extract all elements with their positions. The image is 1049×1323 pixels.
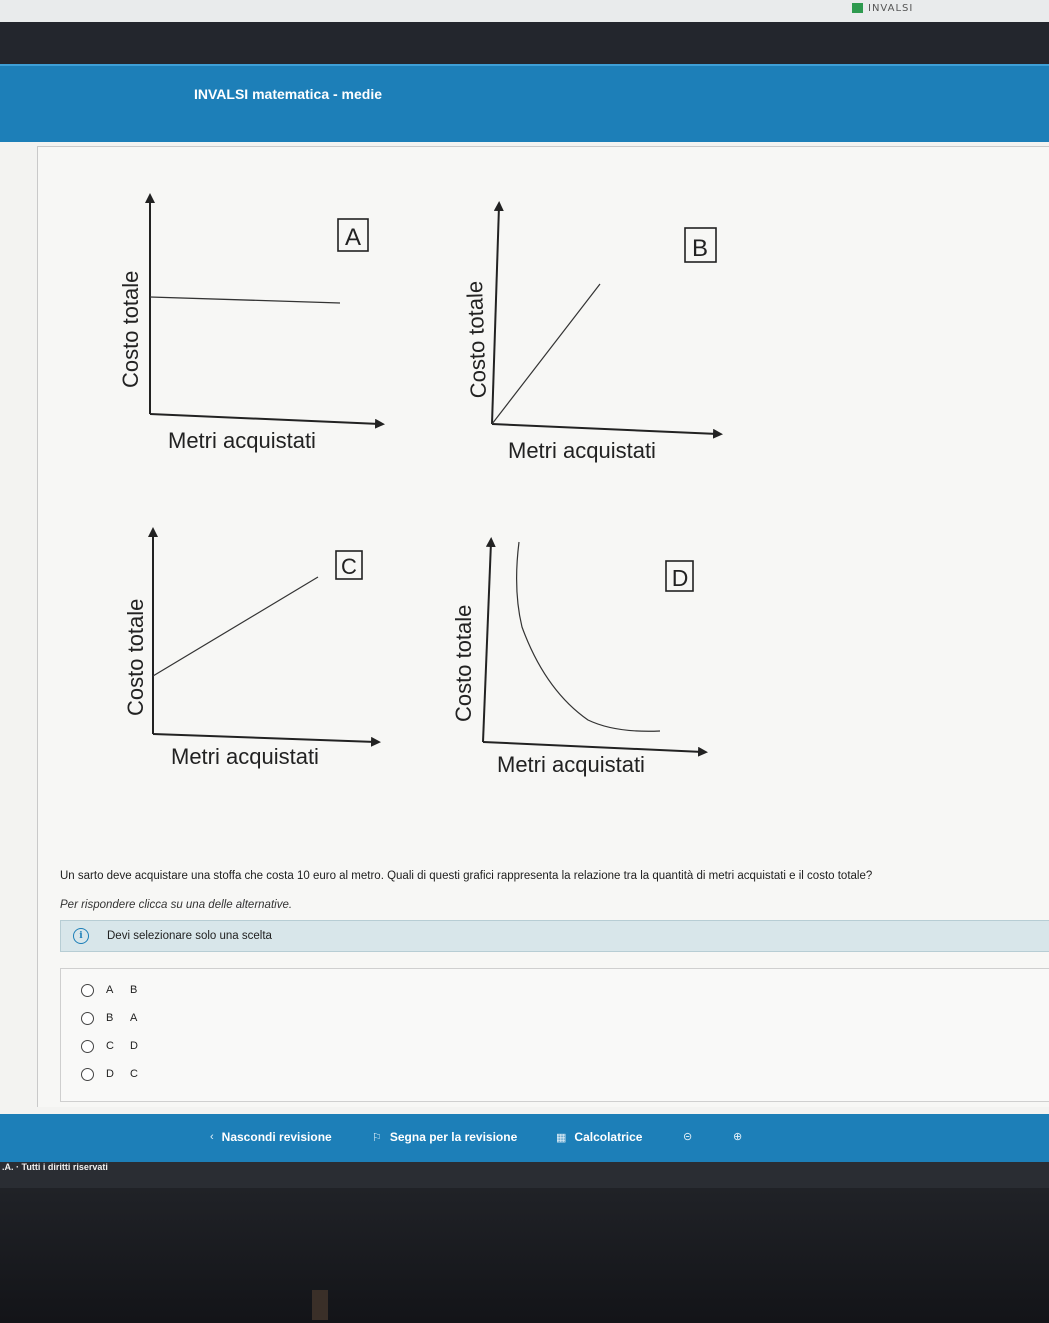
info-banner: i Devi selezionare solo una scelta	[60, 920, 1049, 952]
option-label: C	[130, 1068, 138, 1080]
copyright-text: .A. · Tutti i diritti riservati	[2, 1162, 108, 1172]
option-key: C	[106, 1040, 114, 1052]
option-key: B	[106, 1012, 114, 1024]
graph-c-xlabel: Metri acquistati	[171, 744, 319, 769]
graph-d-label: D	[672, 565, 689, 591]
graph-a-label: A	[345, 224, 361, 251]
copyright-bar: .A. · Tutti i diritti riservati	[0, 1162, 1049, 1188]
graph-b: B Costo totale Metri acquistati	[462, 201, 723, 463]
graph-c-line	[152, 576, 319, 677]
option-key: D	[106, 1068, 114, 1080]
radio-button[interactable]	[81, 1039, 94, 1053]
graph-a-ylabel: Costo totale	[118, 271, 143, 388]
graph-b-x-axis	[491, 423, 723, 439]
option-a[interactable]: A B	[81, 981, 137, 999]
invalsi-tab[interactable]: INVALSI	[852, 1, 913, 15]
question-content: A Costo totale Metri acquistati B Costo …	[0, 142, 1049, 1114]
option-label: D	[130, 1040, 138, 1052]
monitor-bezel	[0, 22, 1049, 64]
hide-review-button[interactable]: ‹ Nascondi revisione	[210, 1130, 332, 1144]
option-d[interactable]: D C	[81, 1065, 138, 1083]
zoom-in-icon: ⊕	[733, 1131, 743, 1143]
graph-a-xlabel: Metri acquistati	[168, 428, 316, 453]
info-text: Devi selezionare solo una scelta	[107, 930, 272, 942]
radio-button[interactable]	[81, 1067, 94, 1081]
graphs-figure: A Costo totale Metri acquistati B Costo …	[118, 193, 723, 777]
zoom-out-icon: ⊝	[683, 1131, 693, 1143]
graph-a: A Costo totale Metri acquistati	[118, 193, 385, 453]
graph-b-xlabel: Metri acquistati	[508, 438, 656, 463]
question-text: Un sarto deve acquistare una stoffa che …	[60, 870, 873, 882]
graph-c-label: C	[341, 554, 357, 579]
zoom-in-button[interactable]: ⊕	[733, 1130, 742, 1143]
calculator-icon: ▦	[556, 1131, 567, 1144]
graph-c: C Costo totale Metri acquistati	[123, 527, 381, 769]
invalsi-tab-label: INVALSI	[868, 2, 914, 14]
graph-a-x-axis	[149, 413, 385, 429]
browser-top-strip: INVALSI	[0, 0, 1049, 22]
info-icon: i	[73, 928, 89, 944]
graph-c-ylabel: Costo totale	[123, 599, 148, 716]
graph-b-line	[491, 283, 601, 425]
option-key: A	[106, 984, 114, 996]
desk-background	[0, 1188, 1049, 1323]
chevron-left-icon: ‹	[210, 1131, 214, 1143]
graph-d-curve	[516, 541, 661, 732]
option-c[interactable]: C D	[81, 1037, 138, 1055]
option-label: A	[130, 1012, 138, 1024]
graph-d-ylabel: Costo totale	[451, 605, 476, 722]
radio-button[interactable]	[81, 1011, 94, 1025]
graph-d-xlabel: Metri acquistati	[497, 752, 645, 777]
question-instruction: Per rispondere clicca su una delle alter…	[60, 899, 293, 911]
answer-options: A B B A C D D C	[60, 968, 1049, 1102]
bottom-toolbar: ‹ Nascondi revisione ⚐ Segna per la revi…	[0, 1114, 1049, 1162]
graph-d-x-axis	[482, 741, 708, 757]
option-b[interactable]: B A	[81, 1009, 137, 1027]
flag-icon: ⚐	[372, 1131, 382, 1144]
graph-d-y-axis	[482, 537, 496, 743]
graph-c-x-axis	[152, 733, 381, 747]
invalsi-logo-icon	[852, 3, 863, 13]
radio-button[interactable]	[81, 983, 94, 997]
mark-review-button[interactable]: ⚐ Segna per la revisione	[372, 1130, 517, 1144]
calculator-label: Calcolatrice	[574, 1130, 643, 1144]
graph-b-y-axis	[491, 201, 504, 425]
graph-a-line	[149, 296, 341, 304]
hide-review-label: Nascondi revisione	[221, 1130, 332, 1144]
graph-b-ylabel: Costo totale	[462, 280, 491, 398]
calculator-button[interactable]: ▦ Calcolatrice	[556, 1130, 642, 1144]
page-title: INVALSI matematica - medie	[194, 86, 383, 102]
mark-review-label: Segna per la revisione	[389, 1130, 518, 1144]
app-header: INVALSI matematica - medie	[0, 64, 1049, 144]
desk-object	[312, 1290, 328, 1320]
graph-b-label: B	[692, 235, 708, 262]
option-label: B	[130, 984, 138, 996]
zoom-out-button[interactable]: ⊝	[683, 1130, 692, 1143]
graph-d: D Costo totale Metri acquistati	[451, 537, 708, 777]
